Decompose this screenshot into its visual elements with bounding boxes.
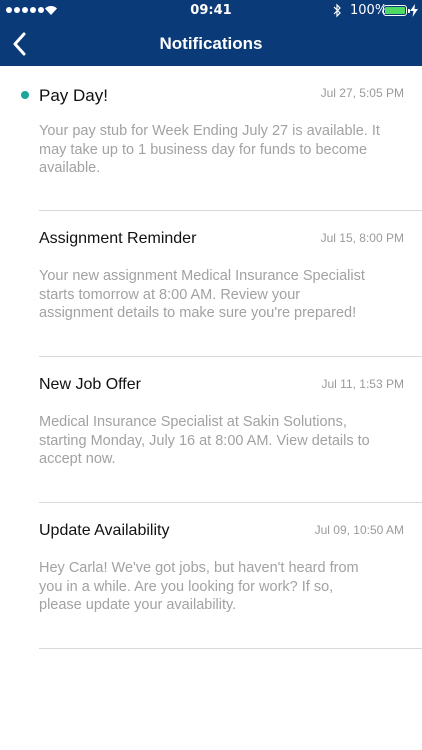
notification-list: Pay Day! Jul 27, 5:05 PM Your pay stub f… [0, 66, 422, 649]
notification-body: Your new assignment Medical Insurance Sp… [39, 268, 365, 321]
notification-item[interactable]: Assignment Reminder Jul 15, 8:00 PM Your… [0, 211, 422, 357]
notification-item[interactable]: Update Availability Jul 09, 10:50 AM Hey… [0, 503, 422, 649]
notification-title: Pay Day! [39, 86, 108, 105]
unread-dot-icon [21, 91, 29, 99]
notification-title: Update Availability [39, 522, 170, 539]
charging-bolt-icon [410, 4, 418, 17]
divider [39, 648, 422, 649]
battery-percent: 100% [350, 3, 388, 18]
nav-bar: Notifications [0, 22, 422, 66]
battery-icon [383, 5, 410, 16]
notification-body: Hey Carla! We've got jobs, but haven't h… [39, 560, 359, 613]
notification-item[interactable]: Pay Day! Jul 27, 5:05 PM Your pay stub f… [0, 66, 422, 211]
notification-date: Jul 11, 1:53 PM [321, 377, 405, 391]
status-bar: 09:41 100% [0, 0, 422, 22]
notification-title: New Job Offer [39, 376, 141, 393]
notification-date: Jul 15, 8:00 PM [320, 231, 404, 245]
notification-date: Jul 27, 5:05 PM [320, 86, 404, 100]
notification-title: Assignment Reminder [39, 230, 197, 247]
notification-date: Jul 09, 10:50 AM [314, 523, 404, 537]
notification-item[interactable]: New Job Offer Jul 11, 1:53 PM Medical In… [0, 357, 422, 503]
notification-body: Your pay stub for Week Ending July 27 is… [39, 123, 380, 176]
bluetooth-icon [333, 3, 341, 18]
battery-level-fill [385, 7, 405, 14]
notification-body: Medical Insurance Specialist at Sakin So… [39, 414, 370, 467]
page-title: Notifications [159, 34, 263, 53]
